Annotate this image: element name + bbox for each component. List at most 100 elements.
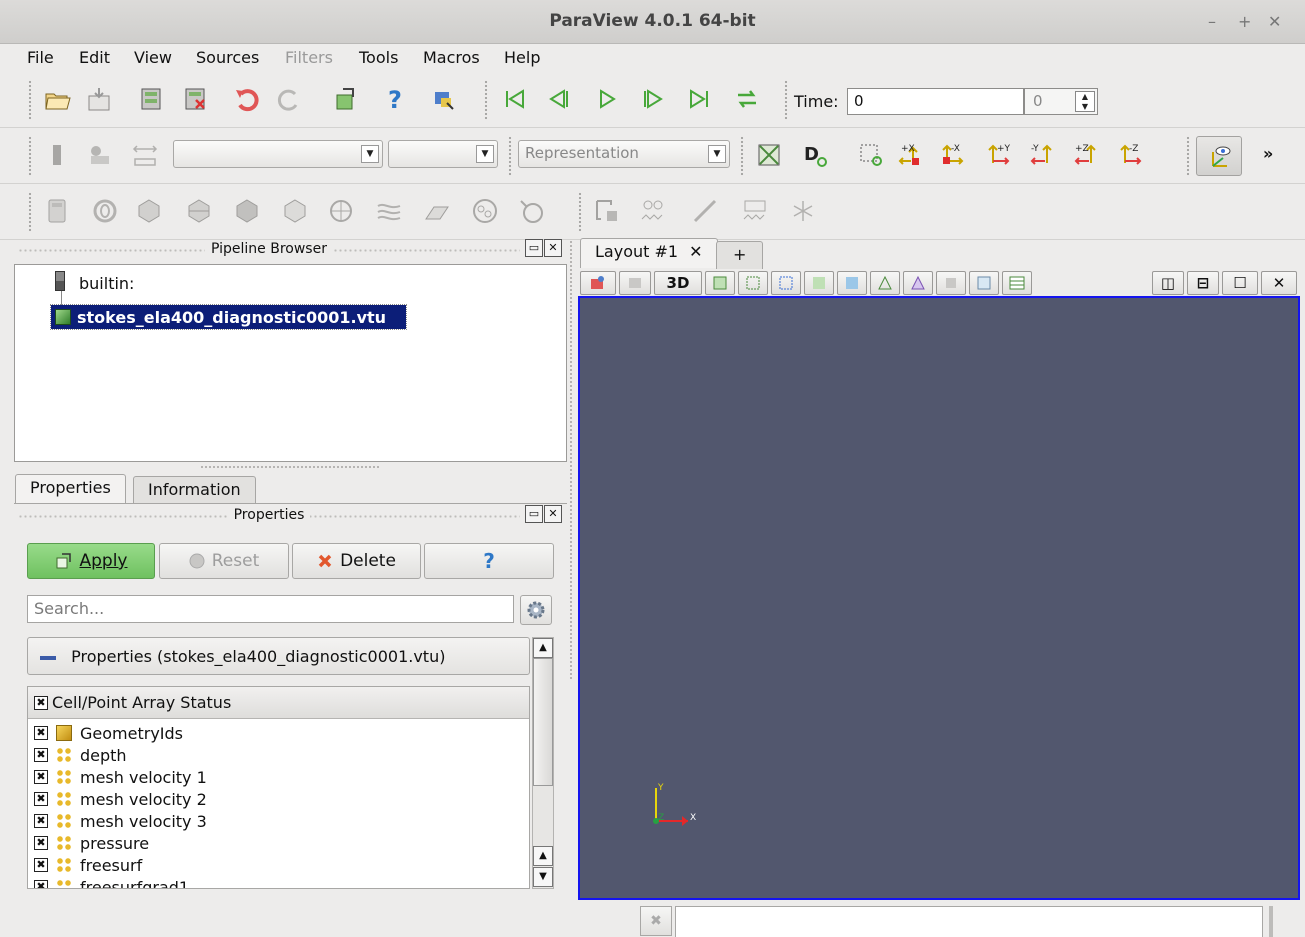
close-view-button[interactable]: ✕ (1261, 271, 1297, 295)
builtin-item[interactable]: builtin: (79, 274, 134, 293)
color-map-editor-icon[interactable] (84, 140, 114, 170)
maximize-view-button[interactable]: ☐ (1222, 271, 1258, 295)
representation-dropdown[interactable]: Representation ▼ (518, 140, 730, 168)
close-icon[interactable]: ✕ (544, 505, 562, 523)
advanced-settings-button[interactable] (520, 595, 552, 625)
array-row[interactable]: ✖ mesh velocity 2 (34, 788, 207, 810)
probe-icon[interactable] (592, 196, 622, 226)
close-icon[interactable]: ✕ (1268, 12, 1281, 31)
array-checkbox[interactable]: ✖ (34, 858, 48, 872)
select-all-checkbox[interactable]: ✖ (34, 695, 48, 710)
add-layout-tab[interactable]: + (716, 241, 764, 269)
array-checkbox[interactable]: ✖ (34, 770, 48, 784)
time-input[interactable]: 0 (847, 88, 1024, 115)
view-minus-x-icon[interactable]: -X (938, 140, 968, 170)
splitter-handle[interactable] (200, 465, 380, 469)
stream-tracer-icon[interactable] (374, 196, 404, 226)
toolbar-grip[interactable] (28, 80, 32, 120)
array-row[interactable]: ✖ freesurfgrad1 (34, 876, 189, 888)
array-checkbox[interactable]: ✖ (34, 814, 48, 828)
loop-icon[interactable] (732, 84, 762, 114)
view-minus-z-icon[interactable]: -Z (1116, 140, 1146, 170)
scroll-up-icon[interactable]: ▲ (533, 638, 553, 658)
menu-help[interactable]: Help (504, 48, 540, 67)
first-frame-icon[interactable] (500, 84, 530, 114)
array-row[interactable]: ✖ GeometryIds (34, 722, 183, 744)
undock-icon[interactable]: ▭ (525, 239, 543, 257)
view-undo-button[interactable] (619, 271, 651, 295)
open-folder-icon[interactable] (42, 84, 72, 114)
menu-macros[interactable]: Macros (423, 48, 480, 67)
contour-icon[interactable] (90, 196, 120, 226)
group-datasets-icon[interactable] (470, 196, 500, 226)
view-plus-z-icon[interactable]: +Z (1072, 140, 1102, 170)
scroll-down-icon[interactable]: ▼ (533, 867, 553, 887)
array-row[interactable]: ✖ mesh velocity 3 (34, 810, 207, 832)
toolbar-grip[interactable] (740, 136, 744, 176)
array-checkbox[interactable]: ✖ (34, 792, 48, 806)
glyph-icon[interactable] (326, 196, 356, 226)
maximize-icon[interactable]: + (1238, 12, 1251, 31)
clip-icon[interactable] (134, 196, 164, 226)
properties-section-header[interactable]: Properties (stokes_ela400_diagnostic0001… (27, 637, 530, 675)
close-icon[interactable]: ✕ (544, 239, 562, 257)
disconnect-server-icon[interactable] (180, 84, 210, 114)
toolbar-grip[interactable] (508, 136, 512, 176)
grow-selection-button[interactable] (903, 271, 933, 295)
split-vertical-button[interactable]: ⊟ (1187, 271, 1219, 295)
select-points-button[interactable] (738, 271, 768, 295)
undock-icon[interactable]: ▭ (525, 505, 543, 523)
toolbar-overflow-button[interactable]: » (1263, 144, 1273, 163)
plot-over-line-icon[interactable] (690, 196, 720, 226)
tab-layout-1[interactable]: Layout #1 ✕ (580, 238, 718, 268)
chevron-down-icon[interactable]: ▼ (476, 145, 494, 163)
next-frame-icon[interactable] (638, 84, 668, 114)
timestep-spinbox[interactable]: 0 ▲ ▼ (1024, 88, 1098, 115)
apply-button[interactable]: Apply (27, 543, 155, 579)
color-array-dropdown[interactable]: ▼ (173, 140, 383, 168)
extract-level-icon[interactable] (516, 196, 546, 226)
previous-frame-icon[interactable] (544, 84, 574, 114)
warp-vector-icon[interactable] (422, 196, 452, 226)
zoom-to-box-icon[interactable] (856, 140, 886, 170)
render-view[interactable]: Y Z X (578, 296, 1300, 900)
reset-button[interactable]: Reset (159, 543, 289, 579)
scroll-thumb[interactable] (533, 658, 553, 786)
array-row[interactable]: ✖ depth (34, 744, 127, 766)
shrink-selection-button[interactable] (936, 271, 966, 295)
view-plus-y-icon[interactable]: +Y (984, 140, 1014, 170)
view-split-capture-button[interactable] (580, 271, 616, 295)
toolbar-grip[interactable] (484, 80, 488, 120)
tab-properties[interactable]: Properties (15, 474, 126, 504)
calculator-icon[interactable] (42, 196, 72, 226)
spreadsheet-button[interactable] (1002, 271, 1032, 295)
pick-center-icon[interactable] (428, 84, 458, 114)
array-checkbox[interactable]: ✖ (34, 880, 48, 888)
play-icon[interactable] (592, 84, 622, 114)
zoom-to-data-icon[interactable]: D (800, 140, 830, 170)
redo-icon[interactable] (274, 84, 304, 114)
last-frame-icon[interactable] (684, 84, 714, 114)
disconnect-icon[interactable] (84, 84, 114, 114)
array-row[interactable]: ✖ mesh velocity 1 (34, 766, 207, 788)
asterisk-icon[interactable] (788, 196, 818, 226)
plot-data-icon[interactable] (740, 196, 770, 226)
select-frustum-button[interactable] (771, 271, 801, 295)
pipeline-tree[interactable]: builtin: stokes_ela400_diagnostic0001.vt… (14, 264, 567, 462)
clear-console-button[interactable]: ✖ (640, 906, 672, 936)
array-row[interactable]: ✖ freesurf (34, 854, 142, 876)
help-icon[interactable]: ? (380, 84, 410, 114)
interactive-select-button[interactable] (837, 271, 867, 295)
spin-arrows-icon[interactable]: ▲ ▼ (1075, 91, 1095, 112)
select-cells-button[interactable] (705, 271, 735, 295)
menu-filters[interactable]: Filters (285, 48, 333, 67)
dock-splitter[interactable] (569, 240, 573, 680)
plot-selection-icon[interactable] (638, 196, 668, 226)
camera-undo-icon[interactable] (330, 84, 360, 114)
output-field[interactable] (675, 906, 1263, 937)
extract-subset-icon[interactable] (280, 196, 310, 226)
split-horizontal-button[interactable]: ◫ (1152, 271, 1184, 295)
chevron-down-icon[interactable]: ▼ (708, 145, 726, 163)
toolbar-grip[interactable] (578, 192, 582, 232)
array-row[interactable]: ✖ pressure (34, 832, 149, 854)
